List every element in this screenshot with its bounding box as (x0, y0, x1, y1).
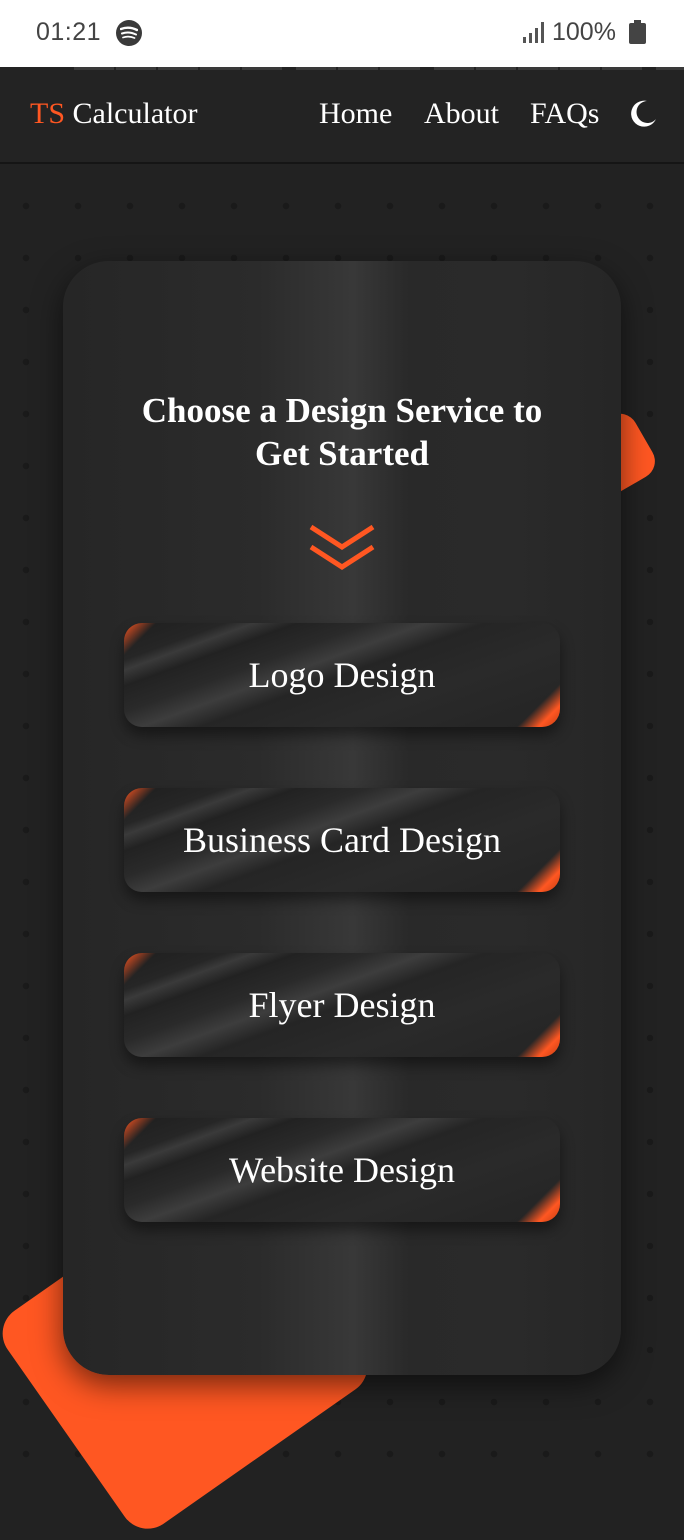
brand-suffix: Calculator (65, 97, 198, 130)
battery-percent: 100% (552, 18, 616, 46)
website-design-button[interactable]: Website Design (124, 1118, 560, 1222)
brand-prefix: TS (30, 97, 66, 130)
service-card: Choose a Design Service to Get Started L… (63, 261, 621, 1375)
card-title: Choose a Design Service to Get Started (63, 389, 621, 475)
logo-design-button[interactable]: Logo Design (124, 623, 560, 727)
navbar: ▬▬▬▬▬ ▬▬▬ ▬▬▬▬▬ ▬▬ TS Calculator Home Ab… (0, 67, 684, 164)
nav-link-home[interactable]: Home (319, 97, 392, 131)
nav-link-faqs[interactable]: FAQs (530, 97, 599, 131)
double-chevron-down-icon (309, 524, 375, 570)
brand-logo[interactable]: TS Calculator (30, 97, 197, 131)
status-time: 01:21 (36, 18, 102, 46)
spotify-icon (116, 20, 142, 46)
card-title-line1: Choose a Design Service to (141, 391, 543, 430)
battery-icon (629, 20, 646, 44)
ghost-heading-decoration: ▬▬▬▬▬ ▬▬▬ ▬▬▬▬▬ ▬▬ (74, 67, 684, 80)
business-card-design-button[interactable]: Business Card Design (124, 788, 560, 892)
signal-icon (523, 22, 544, 43)
card-title-line2: Get Started (255, 434, 429, 473)
flyer-design-button[interactable]: Flyer Design (124, 953, 560, 1057)
status-bar: 01:21 100% (0, 0, 684, 67)
moon-icon[interactable] (628, 99, 658, 129)
nav-link-about[interactable]: About (424, 97, 499, 131)
